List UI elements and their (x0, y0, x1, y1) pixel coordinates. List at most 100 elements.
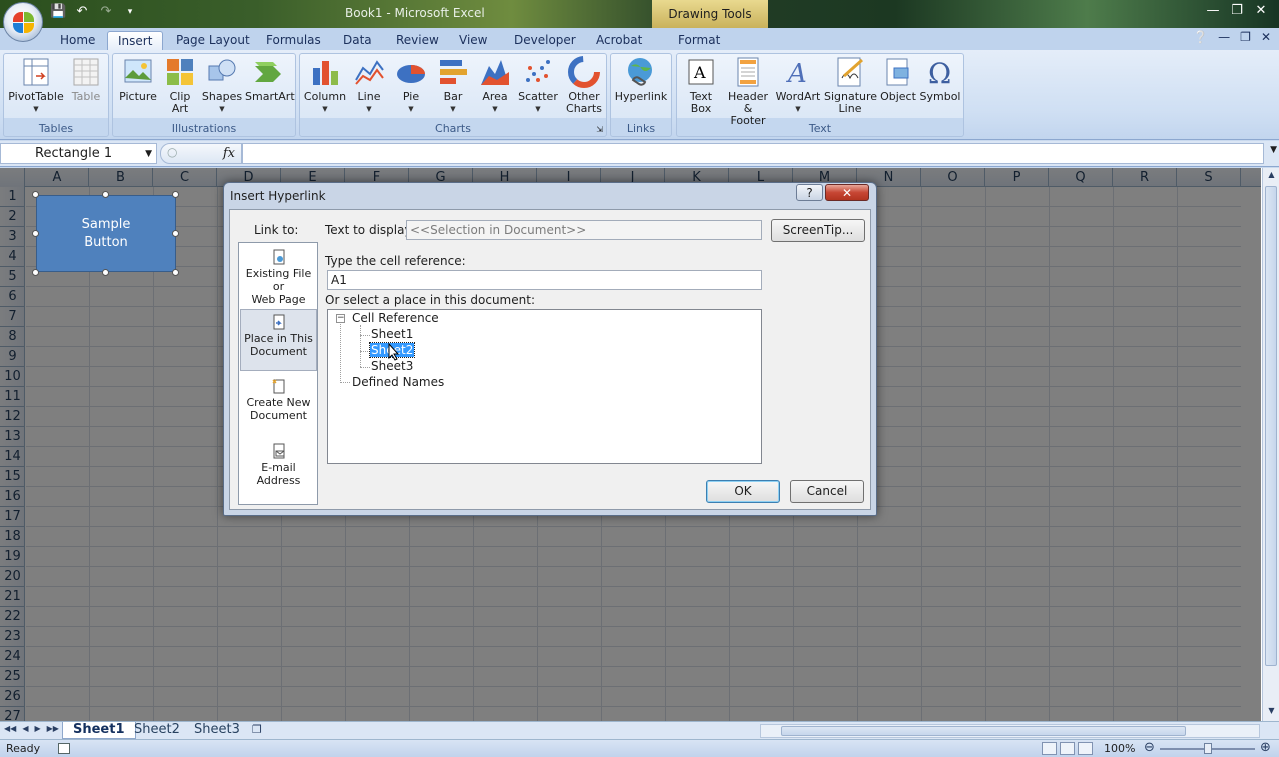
horizontal-scrollbar[interactable] (760, 724, 1260, 738)
tab-acrobat[interactable]: Acrobat (586, 31, 652, 50)
last-sheet-icon[interactable]: ▶▶ (47, 724, 59, 733)
tab-view[interactable]: View (449, 31, 497, 50)
macro-record-icon[interactable] (58, 743, 70, 754)
cancel-button[interactable]: Cancel (790, 480, 864, 503)
text-box-button[interactable]: A Text Box (681, 56, 721, 115)
pie-chart-button[interactable]: Pie ▼ (392, 56, 430, 115)
tree-node-cell-reference[interactable]: Cell Reference (352, 311, 439, 325)
place-tree[interactable]: − Cell Reference Sheet1 Sheet2 Sheet3 De… (327, 309, 762, 464)
tab-developer[interactable]: Developer (504, 31, 586, 50)
resize-handle[interactable] (102, 269, 109, 276)
tab-formulas[interactable]: Formulas (256, 31, 331, 50)
table-button[interactable]: Table (66, 56, 106, 103)
insert-sheet-icon[interactable]: ❐ (252, 723, 262, 736)
scatter-chart-button[interactable]: Scatter ▼ (516, 56, 560, 115)
tree-collapse-icon[interactable]: − (336, 314, 345, 323)
tab-insert[interactable]: Insert (107, 31, 164, 50)
ok-button[interactable]: OK (706, 480, 780, 503)
tab-home[interactable]: Home (50, 31, 105, 50)
pivottable-button[interactable]: PivotTable ▼ (7, 56, 65, 115)
vertical-scroll-thumb[interactable] (1265, 186, 1277, 666)
save-icon[interactable]: 💾 (50, 4, 66, 20)
close-workbook-icon[interactable]: ✕ (1261, 30, 1271, 44)
cell-reference-input[interactable]: A1 (327, 270, 762, 290)
dialog-close-button[interactable]: ✕ (825, 184, 869, 201)
link-to-email-address[interactable]: E-mail Address (240, 439, 317, 501)
help-icon[interactable]: ❔ (1193, 30, 1208, 44)
vertical-scrollbar[interactable]: ▲ ▼ (1262, 168, 1279, 721)
horizontal-scroll-thumb[interactable] (781, 726, 1186, 736)
formula-input[interactable] (242, 143, 1264, 164)
object-button[interactable]: Object (879, 56, 917, 103)
line-chart-button[interactable]: Line ▼ (350, 56, 388, 115)
prev-sheet-icon[interactable]: ◀ (22, 724, 28, 733)
tab-data[interactable]: Data (333, 31, 382, 50)
expand-formula-bar-icon[interactable]: ▼ (1270, 145, 1277, 155)
resize-handle[interactable] (172, 230, 179, 237)
zoom-out-icon[interactable]: ⊖ (1144, 740, 1155, 755)
customize-qat-icon[interactable]: ▾ (122, 4, 138, 20)
page-layout-view-icon[interactable] (1060, 742, 1075, 755)
link-to-existing-file[interactable]: Existing File or Web Page (240, 245, 317, 307)
area-chart-button[interactable]: Area ▼ (476, 56, 514, 115)
symbol-button[interactable]: Ω Symbol (919, 56, 961, 103)
link-to-create-new-document[interactable]: Create New Document (240, 374, 317, 436)
tab-review[interactable]: Review (386, 31, 449, 50)
picture-button[interactable]: Picture (117, 56, 159, 103)
resize-handle[interactable] (172, 191, 179, 198)
clip-art-button[interactable]: Clip Art (163, 56, 197, 115)
sheet-tab-sheet3[interactable]: Sheet3 (184, 722, 250, 739)
next-sheet-icon[interactable]: ▶ (34, 724, 40, 733)
charts-dialog-launcher-icon[interactable]: ⇲ (596, 125, 603, 134)
name-box[interactable]: Rectangle 1 ▼ (0, 143, 157, 164)
tree-node-sheet1[interactable]: Sheet1 (371, 327, 413, 341)
smartart-button[interactable]: SmartArt (245, 56, 295, 103)
scroll-up-icon[interactable]: ▲ (1263, 170, 1279, 179)
zoom-in-icon[interactable]: ⊕ (1260, 740, 1271, 755)
dialog-help-button[interactable]: ? (796, 184, 823, 201)
text-to-display-field[interactable]: <<Selection in Document>> (406, 220, 762, 240)
restore-icon[interactable]: ❐ (1225, 2, 1249, 20)
hyperlink-button[interactable]: Hyperlink (613, 56, 669, 103)
tree-node-sheet3[interactable]: Sheet3 (371, 359, 413, 373)
wordart-button[interactable]: A WordArt ▼ (775, 56, 821, 115)
close-icon[interactable]: ✕ (1249, 2, 1273, 20)
text-box-icon: A (685, 56, 717, 88)
group-tables: PivotTable ▼ Table Tables (3, 53, 109, 137)
sample-button-shape[interactable]: Sample Button (36, 195, 176, 272)
normal-view-icon[interactable] (1042, 742, 1057, 755)
minimize-icon[interactable]: — (1201, 2, 1225, 20)
undo-icon[interactable]: ↶ (74, 4, 90, 20)
bar-chart-button[interactable]: Bar ▼ (434, 56, 472, 115)
page-break-view-icon[interactable] (1078, 742, 1093, 755)
scroll-down-icon[interactable]: ▼ (1263, 706, 1279, 715)
resize-handle[interactable] (32, 191, 39, 198)
header-footer-button[interactable]: Header & Footer (723, 56, 773, 127)
tree-node-defined-names[interactable]: Defined Names (352, 375, 444, 389)
screentip-button[interactable]: ScreenTip... (771, 219, 865, 242)
shapes-button[interactable]: Shapes ▼ (201, 56, 243, 115)
minimize-workbook-icon[interactable]: — (1218, 30, 1230, 44)
office-button[interactable] (3, 2, 43, 42)
sheet-tab-sheet2[interactable]: Sheet2 (124, 722, 190, 739)
signature-line-button[interactable]: Signature Line (823, 56, 877, 115)
drawing-tools-label: Drawing Tools (652, 0, 768, 28)
resize-handle[interactable] (32, 230, 39, 237)
zoom-slider-knob[interactable] (1204, 743, 1212, 754)
name-box-dropdown-icon[interactable]: ▼ (145, 144, 152, 164)
group-label-charts: Charts (435, 122, 471, 135)
redo-icon[interactable]: ↷ (98, 4, 114, 20)
insert-function-button[interactable]: fx (223, 146, 235, 161)
tab-format[interactable]: Format (668, 31, 730, 50)
restore-workbook-icon[interactable]: ❐ (1240, 30, 1251, 44)
other-charts-button[interactable]: Other Charts (562, 56, 606, 115)
tab-page-layout[interactable]: Page Layout (166, 31, 260, 50)
column-chart-button[interactable]: Column ▼ (303, 56, 347, 115)
resize-handle[interactable] (102, 191, 109, 198)
resize-handle[interactable] (32, 269, 39, 276)
link-to-place-in-document[interactable]: Place in This Document (240, 309, 317, 371)
first-sheet-icon[interactable]: ◀◀ (4, 724, 16, 733)
zoom-level[interactable]: 100% (1104, 742, 1135, 755)
resize-handle[interactable] (172, 269, 179, 276)
window-title: Book1 - Microsoft Excel (345, 6, 485, 20)
